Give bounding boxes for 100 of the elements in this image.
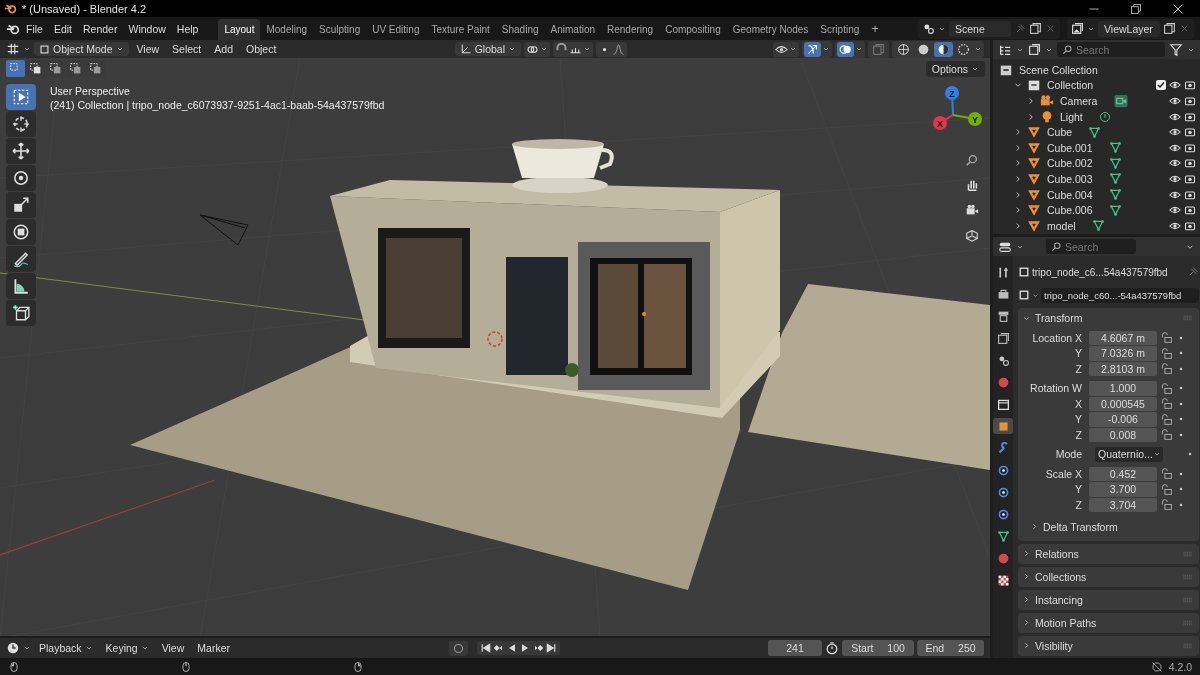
select-tool-button[interactable] (6, 84, 36, 110)
copy-icon[interactable] (1163, 22, 1176, 35)
outliner-item[interactable]: Cube.002 (1047, 157, 1093, 170)
clock-icon[interactable] (6, 641, 20, 655)
panel-title[interactable]: Relations (1035, 547, 1079, 560)
workspace-tab[interactable]: Texture Paint (425, 19, 496, 40)
menu-item[interactable]: Help (171, 19, 204, 38)
restore-icon[interactable] (1130, 2, 1142, 15)
move-tool-button[interactable] (6, 138, 36, 164)
lock-icon[interactable] (1160, 381, 1173, 395)
menu-item[interactable]: File (21, 19, 48, 38)
transform-tool-button[interactable] (6, 219, 36, 245)
search-field[interactable]: Search (1057, 42, 1165, 57)
chevron-icon[interactable] (1030, 522, 1039, 531)
outliner-item[interactable]: Cube.006 (1047, 204, 1093, 217)
camera-icon[interactable] (1184, 157, 1196, 170)
camera-icon[interactable] (1184, 110, 1196, 123)
workspace-tab[interactable]: Modeling (260, 19, 314, 40)
outliner-item[interactable]: Scene Collection (1019, 63, 1098, 76)
number-field[interactable]: 4.6067 m (1089, 330, 1157, 345)
axis-handle[interactable] (968, 112, 982, 126)
number-field[interactable]: 3.704 (1089, 497, 1157, 512)
menu-item[interactable]: Edit (48, 19, 77, 38)
previous-keyframe-icon[interactable] (493, 642, 505, 654)
cursor-icon[interactable] (12, 115, 30, 133)
lock-icon[interactable] (1160, 397, 1173, 411)
checkbox[interactable] (1156, 80, 1166, 91)
outliner-item[interactable]: Cube.001 (1047, 141, 1093, 154)
chevron-icon[interactable] (23, 45, 31, 53)
menu-item[interactable]: Select (167, 42, 207, 56)
camera-icon[interactable] (1184, 204, 1196, 217)
number-field[interactable]: 0.452 (1089, 466, 1157, 481)
lock-icon[interactable] (1160, 482, 1173, 496)
number-field[interactable]: 1.000 (1089, 381, 1157, 396)
mesh-data-icon[interactable] (1108, 172, 1122, 186)
copy-icon[interactable] (1029, 22, 1042, 35)
menu-item[interactable]: Marker (192, 641, 235, 655)
camera-view-icon[interactable] (965, 203, 979, 217)
outliner-item[interactable]: Cube.004 (1047, 188, 1093, 201)
mode-dropdown[interactable]: Object Mode (34, 42, 129, 56)
camera-icon[interactable] (1184, 141, 1196, 154)
mode-dropdown[interactable]: Quaternio... (1095, 446, 1163, 462)
outliner-item[interactable]: Cube (1047, 126, 1073, 139)
workspace-tab[interactable]: Geometry Nodes (726, 19, 815, 40)
annotate-icon[interactable] (12, 250, 30, 268)
number-field[interactable]: 7.0326 m (1089, 346, 1157, 361)
end-frame-field[interactable]: 250 (958, 642, 976, 654)
camera-icon[interactable] (1184, 172, 1196, 185)
lock-icon[interactable] (1160, 467, 1173, 481)
options-dropdown[interactable]: Options (925, 61, 985, 77)
outliner-item[interactable]: model (1047, 219, 1076, 232)
camera-data-icon[interactable] (1113, 94, 1130, 108)
number-field[interactable]: 2.8103 m (1089, 361, 1157, 376)
object-icon[interactable] (1018, 289, 1030, 301)
editor-type-icon[interactable] (6, 42, 20, 56)
workspace-tab[interactable]: Rendering (601, 19, 660, 40)
move-icon[interactable] (12, 142, 30, 160)
menu-item[interactable]: Add (209, 42, 238, 56)
camera-icon[interactable] (1184, 126, 1196, 139)
panel-title[interactable]: Delta Transform (1043, 520, 1118, 533)
panel-title[interactable]: Transform (1035, 312, 1083, 324)
chevron-icon[interactable] (23, 644, 31, 652)
start-frame-field[interactable]: 100 (887, 642, 905, 654)
number-field[interactable]: -0.006 (1089, 412, 1157, 427)
search-field[interactable]: Search (1046, 239, 1136, 254)
outliner-item[interactable]: Camera (1060, 95, 1098, 107)
panel-title[interactable]: Collections (1035, 570, 1087, 583)
transform-icon[interactable] (12, 223, 30, 241)
cursor-tool-button[interactable] (6, 111, 36, 137)
add-workspace-button[interactable]: + (865, 17, 885, 40)
chevron-icon[interactable] (1022, 641, 1031, 650)
rotate-tool-button[interactable] (6, 165, 36, 191)
chevron-icon[interactable] (855, 45, 863, 53)
menu-item[interactable]: Window (123, 19, 171, 38)
camera-icon[interactable] (1184, 79, 1196, 92)
close-icon[interactable] (1172, 2, 1184, 15)
menu-item[interactable]: Render (78, 19, 123, 38)
number-field[interactable]: 0.000545 (1089, 396, 1157, 411)
chevron-icon[interactable] (1022, 618, 1031, 627)
record-icon[interactable] (452, 641, 465, 655)
lock-icon[interactable] (1160, 346, 1173, 360)
outliner-item[interactable]: Cube.003 (1047, 172, 1093, 185)
lock-icon[interactable] (1160, 331, 1173, 345)
zoom-icon[interactable] (965, 153, 979, 167)
select-icon[interactable] (12, 88, 30, 106)
filter-icon[interactable] (1169, 42, 1183, 57)
chevron-icon[interactable] (1022, 595, 1031, 604)
workspace-tab[interactable]: UV Editing (366, 19, 426, 40)
outliner-item[interactable]: Light (1060, 110, 1083, 123)
axis-handle[interactable] (933, 116, 947, 130)
image-stack-icon[interactable] (1028, 43, 1041, 56)
view-layer-field[interactable]: ViewLayer (1098, 20, 1160, 37)
next-keyframe-icon[interactable] (532, 642, 544, 654)
eye-icon[interactable] (1169, 95, 1181, 107)
scene-field[interactable]: Scene (949, 20, 1011, 37)
scene-icon[interactable] (922, 22, 935, 35)
camera-icon[interactable] (1184, 219, 1196, 232)
rotate-icon[interactable] (12, 169, 30, 187)
mesh-data-icon[interactable] (1108, 188, 1122, 202)
jump-start-icon[interactable] (480, 642, 492, 654)
